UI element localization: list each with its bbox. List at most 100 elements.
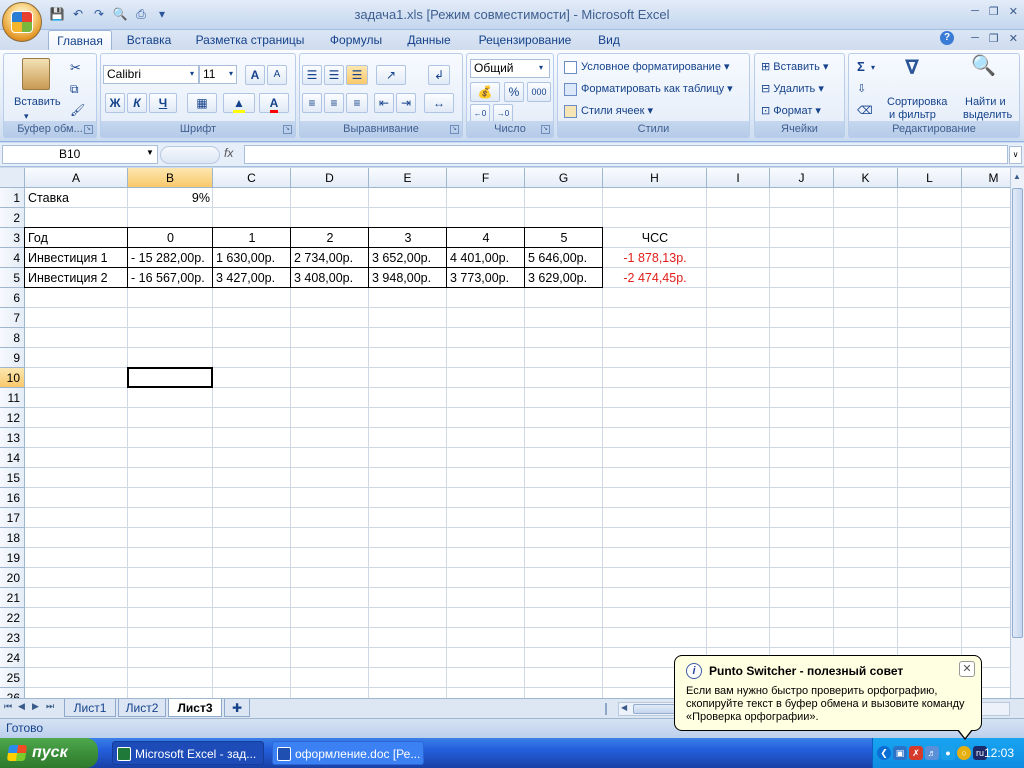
row-header-7[interactable]: 7 [0,308,25,328]
wrap-text-button[interactable]: ↲ [428,65,450,85]
format-cells-button[interactable]: ⊡ Формат ▾ [761,103,821,119]
align-center-button[interactable]: ≡ [324,93,344,113]
taskbar-word[interactable]: оформление.doc [Ре... [272,741,424,765]
tab-insert[interactable]: Вставка [120,30,178,50]
row-header-21[interactable]: 21 [0,588,25,608]
first-sheet-icon[interactable]: ⏮ [4,701,12,712]
tray-antivirus-icon[interactable]: ✗ [909,746,923,760]
row-header-2[interactable]: 2 [0,208,25,228]
vertical-scrollbar[interactable]: ▲ [1010,168,1024,698]
row-header-11[interactable]: 11 [0,388,25,408]
next-sheet-icon[interactable]: ▶ [32,701,39,712]
row-header-13[interactable]: 13 [0,428,25,448]
tray-volume-icon[interactable]: ♬ [925,746,939,760]
tray-messenger-icon[interactable]: ● [941,746,955,760]
restore-icon[interactable]: ❐ [989,5,999,18]
row-header-4[interactable]: 4 [0,248,25,268]
row-header-5[interactable]: 5 [0,268,25,288]
format-painter-icon[interactable]: 🖌 [70,102,85,118]
bold-button[interactable]: Ж [105,93,125,113]
italic-button[interactable]: К [127,93,147,113]
name-box-dropdown-icon[interactable]: ▼ [146,148,154,157]
number-format-box[interactable]: Общий [470,59,550,78]
office-button[interactable] [2,2,42,42]
increase-indent-button[interactable]: ⇥ [396,93,416,113]
row-header-18[interactable]: 18 [0,528,25,548]
tab-split-handle[interactable] [605,703,615,715]
expand-formula-bar-icon[interactable]: ∨ [1009,146,1022,164]
taskbar-excel[interactable]: Microsoft Excel - зад... [112,741,264,765]
column-header-m[interactable]: M [962,168,1010,188]
doc-minimize-icon[interactable]: ─ [971,32,979,45]
column-header-k[interactable]: K [834,168,898,188]
column-header-a[interactable]: A [25,168,128,188]
last-sheet-icon[interactable]: ⏭ [46,701,54,712]
name-box[interactable]: B10 [2,145,158,164]
cell-b1[interactable]: 9% [128,188,213,208]
sheet-tab-3[interactable]: Лист3 [168,699,222,717]
row-header-16[interactable]: 16 [0,488,25,508]
column-header-d[interactable]: D [291,168,369,188]
format-as-table-button[interactable]: Форматировать как таблицу ▾ [564,81,733,97]
align-top-button[interactable]: ☰ [302,65,322,85]
row-header-8[interactable]: 8 [0,328,25,348]
row-header-20[interactable]: 20 [0,568,25,588]
spreadsheet-grid[interactable]: A B C D E F G H I J K L M 1 2 3 4 5 6 7 8 9 10 11 12 13 14 15 16 17 18… [0,168,1010,698]
clear-icon[interactable]: ⌫ [857,103,873,119]
tray-network-icon[interactable]: ▣ [893,746,907,760]
font-size-dropdown-icon[interactable]: ▾ [229,66,233,82]
insert-function-button[interactable]: fx [224,146,233,160]
cut-icon[interactable]: ✂ [70,60,81,76]
shrink-font-button[interactable]: A [267,65,287,85]
font-name-box[interactable]: Calibri [103,65,199,84]
decrease-indent-button[interactable]: ⇤ [374,93,394,113]
scroll-up-icon[interactable]: ▲ [1013,172,1021,181]
align-right-button[interactable]: ≡ [346,93,368,113]
column-header-b[interactable]: B [128,168,213,188]
thousands-button[interactable]: 000 [527,82,551,102]
cell-a1[interactable]: Ставка [25,188,128,208]
copy-icon[interactable]: ⧉ [70,81,79,97]
orientation-button[interactable]: ↗ [376,65,406,85]
vertical-scroll-thumb[interactable] [1012,188,1023,638]
cell-h3[interactable]: ЧСС [603,228,707,248]
tab-data[interactable]: Данные [400,30,458,50]
scroll-left-icon[interactable]: ◀ [621,703,627,712]
row-header-17[interactable]: 17 [0,508,25,528]
clipboard-launcher-icon[interactable]: ↘ [84,125,93,134]
row-header-14[interactable]: 14 [0,448,25,468]
row-header-3[interactable]: 3 [0,228,25,248]
column-header-e[interactable]: E [369,168,447,188]
currency-button[interactable]: 💰 [470,82,500,102]
conditional-formatting-button[interactable]: Условное форматирование ▾ [564,59,730,75]
font-color-button[interactable]: A [259,93,289,113]
column-header-g[interactable]: G [525,168,603,188]
cell-h5[interactable]: -2 474,45р. [603,268,707,288]
underline-button[interactable]: Ч [149,93,177,113]
column-header-h[interactable]: H [603,168,707,188]
paste-button[interactable]: Вставить [14,94,61,110]
fill-icon[interactable]: ⇩ [857,81,866,97]
column-header-i[interactable]: I [707,168,770,188]
borders-button[interactable]: ▦ [187,93,217,113]
sort-filter-icon[interactable]: ∇ [905,58,919,78]
find-select-icon[interactable]: 🔍 [971,56,996,76]
row-header-10[interactable]: 10 [0,368,25,388]
help-icon[interactable]: ? [940,31,954,45]
row-header-23[interactable]: 23 [0,628,25,648]
row-header-25[interactable]: 25 [0,668,25,688]
row-header-22[interactable]: 22 [0,608,25,628]
row-header-6[interactable]: 6 [0,288,25,308]
tray-expand-icon[interactable]: ❮ [877,746,891,760]
align-middle-button[interactable]: ☰ [324,65,344,85]
punto-switcher-balloon[interactable]: i Punto Switcher - полезный совет ✕ Если… [674,655,982,740]
formula-input[interactable] [244,145,1008,164]
tab-view[interactable]: Вид [594,30,624,50]
delete-cells-button[interactable]: ⊟ Удалить ▾ [761,81,824,97]
column-header-j[interactable]: J [770,168,834,188]
close-icon[interactable]: ✕ [1009,5,1018,18]
fill-color-button[interactable]: ▲ [223,93,255,113]
start-button[interactable]: пуск [0,738,98,768]
font-launcher-icon[interactable]: ↘ [283,125,292,134]
minimize-icon[interactable]: ─ [971,5,979,18]
